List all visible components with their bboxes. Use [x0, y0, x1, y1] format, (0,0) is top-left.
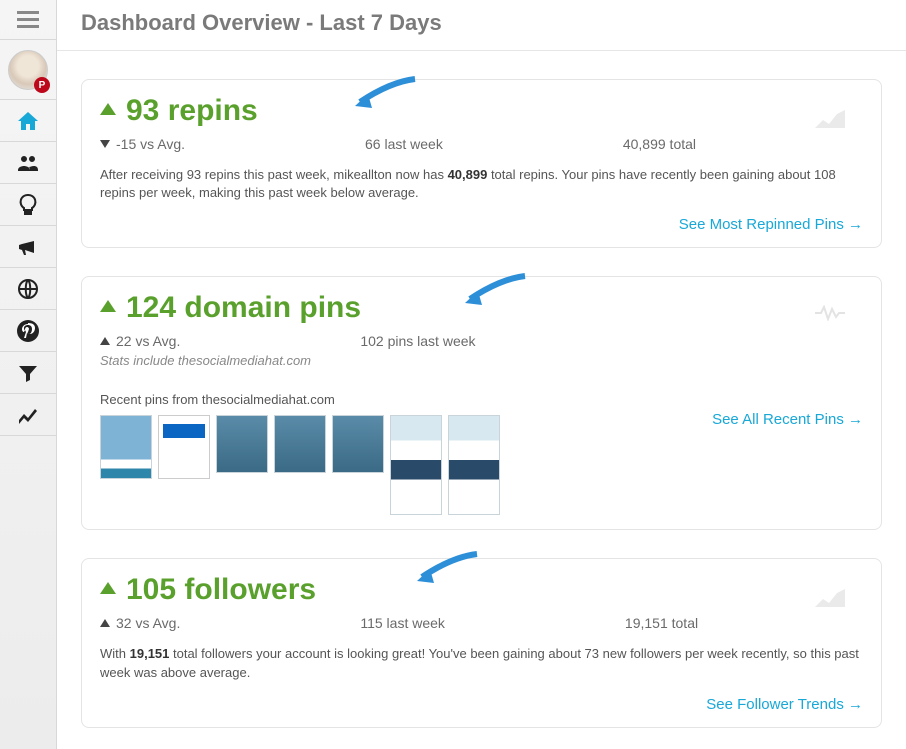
lightbulb-icon — [16, 193, 40, 217]
avatar-container[interactable]: P — [0, 40, 56, 100]
pulse-icon — [815, 305, 845, 321]
spark-chart-icon — [815, 587, 845, 607]
hamburger-icon — [17, 11, 39, 29]
nav-world[interactable] — [0, 268, 56, 310]
trend-up-icon — [100, 582, 116, 594]
see-repinned-link[interactable]: See Most Repinned Pins → — [100, 216, 863, 233]
up-caret-icon — [100, 619, 110, 627]
followers-description: With 19,151 total followers your account… — [100, 645, 863, 681]
nav-announce[interactable] — [0, 226, 56, 268]
see-recent-pins-link[interactable]: See All Recent Pins → — [712, 411, 863, 428]
globe-icon — [16, 277, 40, 301]
main-content: Dashboard Overview - Last 7 Days 93 repi… — [57, 0, 906, 749]
pin-thumb[interactable] — [332, 415, 384, 473]
nav-pinterest[interactable] — [0, 310, 56, 352]
pin-thumb[interactable] — [448, 415, 500, 515]
menu-toggle[interactable] — [0, 0, 56, 40]
nav-home[interactable] — [0, 100, 56, 142]
people-icon — [16, 151, 40, 175]
domain-vs-avg: 22 vs Avg. — [100, 333, 180, 349]
pin-thumb[interactable] — [158, 415, 210, 479]
pin-thumb[interactable] — [274, 415, 326, 473]
domain-metric: 124 domain pins — [126, 291, 361, 325]
down-caret-icon — [100, 140, 110, 148]
pin-thumb[interactable] — [100, 415, 152, 479]
trend-icon — [16, 403, 40, 427]
see-follower-trends-link[interactable]: See Follower Trends → — [100, 696, 863, 713]
repins-last-week: 66 last week — [365, 136, 443, 152]
nav-trends[interactable] — [0, 394, 56, 436]
sidebar: P — [0, 0, 57, 749]
nav-insights[interactable] — [0, 184, 56, 226]
domain-last-week: 102 pins last week — [360, 333, 475, 349]
followers-card: 105 followers 32 vs Avg. 115 last week 1… — [81, 558, 882, 727]
nav-filter[interactable] — [0, 352, 56, 394]
pin-thumbnails — [100, 415, 500, 515]
repins-description: After receiving 93 repins this past week… — [100, 166, 863, 202]
repins-total: 40,899 total — [623, 136, 696, 152]
followers-total: 19,151 total — [625, 615, 698, 631]
funnel-icon — [16, 361, 40, 385]
pinterest-badge-icon: P — [34, 77, 50, 93]
followers-last-week: 115 last week — [360, 615, 445, 631]
header: Dashboard Overview - Last 7 Days — [57, 0, 906, 51]
repins-metric: 93 repins — [126, 94, 258, 128]
up-caret-icon — [100, 337, 110, 345]
home-icon — [16, 109, 40, 133]
domain-subtext: Stats include thesocialmediahat.com — [100, 353, 863, 368]
followers-vs-avg: 32 vs Avg. — [100, 615, 180, 631]
pin-thumb[interactable] — [216, 415, 268, 473]
pinterest-icon — [16, 319, 40, 343]
trend-up-icon — [100, 300, 116, 312]
page-title: Dashboard Overview - Last 7 Days — [81, 10, 882, 36]
repins-card: 93 repins -15 vs Avg. 66 last week 40,89… — [81, 79, 882, 248]
domain-pins-card: 124 domain pins 22 vs Avg. 102 pins last… — [81, 276, 882, 530]
trend-up-icon — [100, 103, 116, 115]
megaphone-icon — [16, 235, 40, 259]
pin-thumb[interactable] — [390, 415, 442, 515]
recent-pins-label: Recent pins from thesocialmediahat.com — [100, 392, 863, 407]
followers-metric: 105 followers — [126, 573, 316, 607]
repins-vs-avg: -15 vs Avg. — [100, 136, 185, 152]
spark-chart-icon — [815, 108, 845, 128]
nav-people[interactable] — [0, 142, 56, 184]
